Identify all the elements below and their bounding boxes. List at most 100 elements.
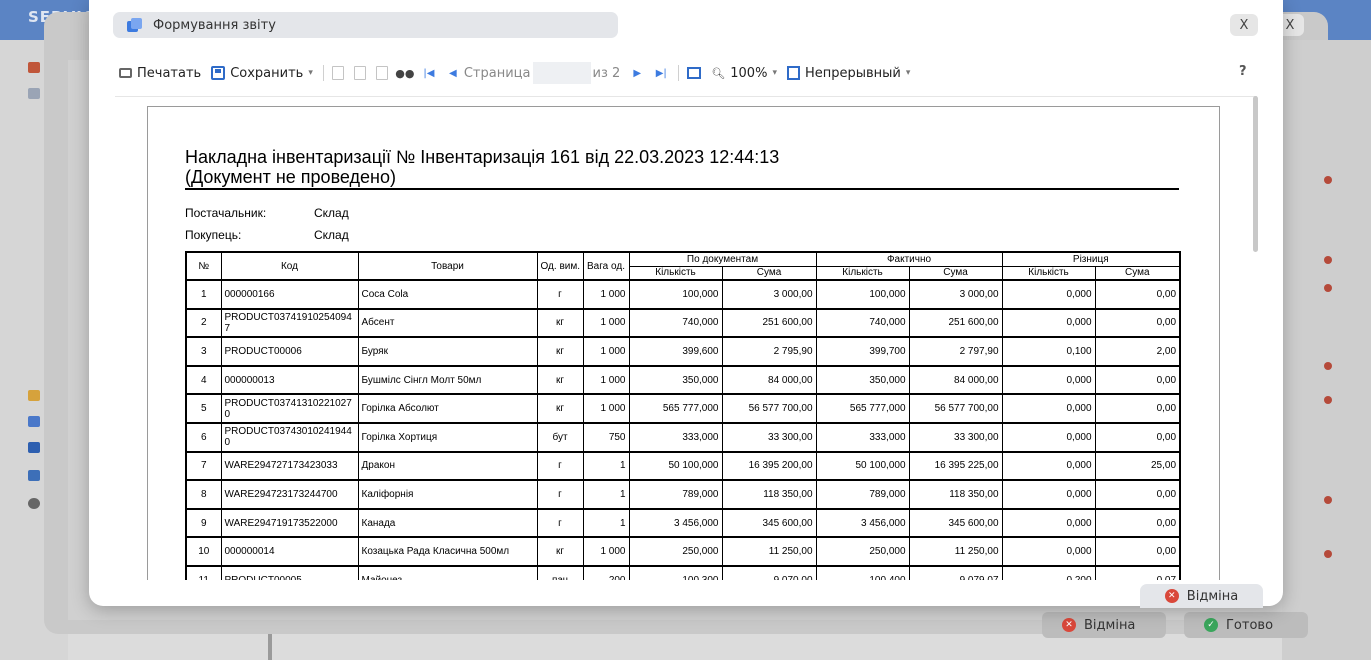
- view-mode-dropdown[interactable]: Непрерывный ▾: [786, 66, 910, 81]
- report-title-line2: (Документ не проведено): [185, 167, 396, 187]
- row-act-sum: 9 079,07: [908, 565, 1003, 580]
- row-goods: Абсент: [357, 308, 538, 338]
- row-goods: Дракон: [357, 451, 538, 481]
- report-viewport[interactable]: Накладна інвентаризації № Інвентаризація…: [115, 96, 1257, 580]
- row-diff-qty: 0,000: [1001, 393, 1096, 424]
- magnifier-icon: 🔍︎: [711, 66, 726, 80]
- row-act-qty: 50 100,000: [815, 451, 910, 481]
- save-button[interactable]: Сохранить ▾: [211, 66, 313, 81]
- table-icon[interactable]: [28, 470, 40, 481]
- table-row: 5 PRODUCT037413102210270 Горілка Абсолют кг…: [185, 393, 1181, 424]
- row-code: PRODUCT00006: [220, 336, 359, 367]
- status-dot: [1324, 362, 1332, 370]
- page-setup-icon: [353, 66, 366, 80]
- row-unit: кг: [536, 536, 584, 567]
- help-button[interactable]: ?: [1239, 64, 1247, 79]
- row-act-qty: 250,000: [815, 536, 910, 567]
- col-diff-sum: Сума: [1094, 265, 1181, 281]
- table-row: 4 000000013 Бушмілс Сінгл Молт 50мл кг 1 000…: [185, 365, 1181, 395]
- first-page-button[interactable]: |◀: [422, 66, 436, 80]
- row-act-qty: 789,000: [815, 479, 910, 510]
- row-doc-qty: 333,000: [628, 422, 723, 453]
- row-act-sum: 118 350,00: [908, 479, 1003, 510]
- next-page-icon: ▶: [633, 67, 642, 79]
- row-doc-sum: 11 250,00: [721, 536, 817, 567]
- row-num: 6: [185, 422, 222, 453]
- col-diff-qty: Кількість: [1001, 265, 1096, 281]
- dialog-close-button[interactable]: X: [1230, 14, 1258, 36]
- background-done-button[interactable]: ✓ Готово: [1184, 612, 1308, 638]
- row-diff-qty: 0,000: [1001, 365, 1096, 395]
- floppy-icon: [211, 66, 226, 80]
- cancel-icon: ✕: [1062, 618, 1076, 632]
- printer-icon: [119, 68, 132, 78]
- row-num: 1: [185, 279, 222, 310]
- list-icon[interactable]: [28, 88, 40, 99]
- row-diff-sum: 25,00: [1094, 451, 1181, 481]
- row-weight: 1 000: [582, 393, 630, 424]
- row-code: WARE294723173244700: [220, 479, 359, 510]
- dialog-title: Формування звіту: [153, 17, 276, 33]
- prev-page-button[interactable]: ◀: [446, 66, 460, 80]
- col-diff: Різниця: [1001, 251, 1181, 267]
- row-unit: кг: [536, 308, 584, 338]
- row-diff-sum: 0,00: [1094, 308, 1181, 338]
- report-scrollbar[interactable]: [1253, 96, 1258, 252]
- row-doc-sum: 118 350,00: [721, 479, 817, 510]
- row-act-sum: 11 250,00: [908, 536, 1003, 567]
- table-row: 2 PRODUCT037419102540947 Абсент кг 1 000 740,…: [185, 308, 1181, 338]
- row-doc-sum: 9 070,00: [721, 565, 817, 580]
- cancel-icon: ✕: [1164, 589, 1179, 603]
- page-view-icon: [687, 67, 702, 79]
- row-doc-sum: 345 600,00: [721, 508, 817, 538]
- row-diff-qty: 0,000: [1001, 451, 1096, 481]
- row-act-qty: 740,000: [815, 308, 910, 338]
- row-doc-sum: 16 395 200,00: [721, 451, 817, 481]
- next-page-button[interactable]: ▶: [630, 66, 644, 80]
- row-num: 8: [185, 479, 222, 510]
- zoom-dropdown[interactable]: 🔍︎ 100% ▾: [711, 66, 777, 81]
- page-label: Страница: [463, 65, 531, 81]
- col-weight: Вага од.: [582, 251, 630, 281]
- col-by-docs: По документам: [628, 251, 817, 267]
- col-num: №: [185, 251, 222, 281]
- row-code: 000000166: [220, 279, 359, 310]
- buyer-row: Покупець: Склад: [185, 228, 349, 242]
- report-toolbar: Печатать Сохранить ▾ ●● |◀ ◀ Страница из…: [119, 62, 920, 84]
- row-doc-sum: 56 577 700,00: [721, 393, 817, 424]
- users-icon[interactable]: [28, 390, 40, 401]
- find-button[interactable]: ●●: [395, 66, 414, 80]
- row-diff-sum: 0,00: [1094, 365, 1181, 395]
- row-diff-sum: 0,00: [1094, 279, 1181, 310]
- buyer-value: Склад: [314, 228, 349, 242]
- prev-page-icon: ◀: [449, 67, 457, 79]
- briefcase-icon[interactable]: [28, 62, 40, 73]
- report-dialog: Формування звіту X Печатать Сохранить ▾ …: [89, 0, 1283, 608]
- supplier-label: Постачальник:: [185, 206, 267, 220]
- row-unit: г: [536, 479, 584, 510]
- row-weight: 1 000: [582, 536, 630, 567]
- row-doc-qty: 50 100,000: [628, 451, 723, 481]
- document-icon[interactable]: [28, 416, 40, 427]
- print-button[interactable]: Печатать: [119, 66, 201, 81]
- row-goods: Канада: [357, 508, 538, 538]
- row-goods: Горілка Абсолют: [357, 393, 538, 424]
- book-icon[interactable]: [28, 442, 40, 453]
- row-num: 3: [185, 336, 222, 367]
- row-doc-sum: 84 000,00: [721, 365, 817, 395]
- properties-button[interactable]: [353, 66, 366, 80]
- copy-button[interactable]: [375, 66, 388, 80]
- export-button[interactable]: [331, 66, 344, 80]
- background-cancel-button[interactable]: ✕ Відміна: [1042, 612, 1166, 638]
- gear-icon[interactable]: [28, 498, 40, 509]
- last-page-button[interactable]: ▶|: [654, 66, 668, 80]
- dialog-cancel-button[interactable]: ✕ Відміна: [1140, 584, 1263, 608]
- status-dot: [1324, 550, 1332, 558]
- table-row: 11PRODUCT00005Майонезпач200100,3009 070,…: [185, 565, 1181, 580]
- row-goods: Coca Cola: [357, 279, 538, 310]
- row-act-sum: 33 300,00: [908, 422, 1003, 453]
- toolbar-separator: [678, 65, 680, 81]
- page-number-input[interactable]: [532, 62, 591, 84]
- fit-page-button[interactable]: [687, 67, 702, 79]
- status-dot: [1324, 396, 1332, 404]
